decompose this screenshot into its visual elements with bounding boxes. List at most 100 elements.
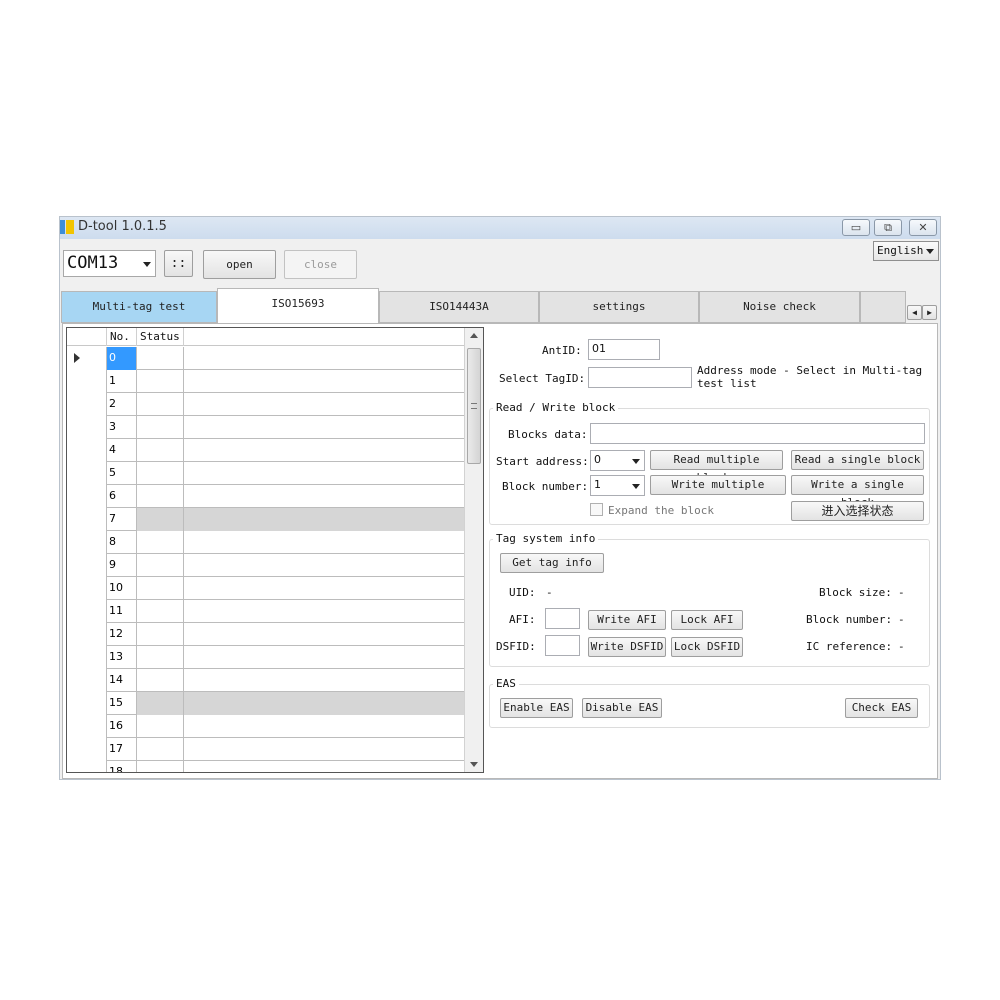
write-afi-button[interactable]: Write AFI [588, 610, 666, 630]
row-header-cell[interactable] [67, 462, 107, 485]
scroll-up-icon[interactable] [470, 333, 478, 338]
language-select[interactable]: English [873, 241, 939, 261]
dsfid-field[interactable] [545, 635, 580, 656]
cell-status[interactable] [137, 692, 184, 715]
tab-multi-tag-test[interactable]: Multi-tag test [61, 291, 217, 323]
cell-no[interactable]: 5 [107, 462, 137, 485]
lock-dsfid-button[interactable]: Lock DSFID [671, 637, 743, 657]
tab-noise-check[interactable]: Noise check [699, 291, 860, 323]
cell-empty[interactable] [184, 669, 464, 692]
enable-eas-button[interactable]: Enable EAS [500, 698, 573, 718]
table-row[interactable]: 0 [67, 347, 464, 370]
cell-status[interactable] [137, 439, 184, 462]
cell-no[interactable]: 16 [107, 715, 137, 738]
tab-scroll-right-button[interactable]: ▶ [922, 305, 937, 320]
cell-status[interactable] [137, 347, 184, 370]
row-header-cell[interactable] [67, 715, 107, 738]
blocks-data-field[interactable] [590, 423, 925, 444]
cell-empty[interactable] [184, 600, 464, 623]
start-address-select[interactable]: 0 [590, 450, 645, 471]
tab-settings[interactable]: settings [539, 291, 699, 323]
table-row[interactable]: 18 [67, 761, 464, 772]
cell-empty[interactable] [184, 554, 464, 577]
tab-iso14443a[interactable]: ISO14443A [379, 291, 539, 323]
tab-iso15693[interactable]: ISO15693 [217, 288, 379, 324]
row-header-cell[interactable] [67, 669, 107, 692]
cell-empty[interactable] [184, 623, 464, 646]
table-row[interactable]: 6 [67, 485, 464, 508]
cell-no[interactable]: 14 [107, 669, 137, 692]
table-row[interactable]: 8 [67, 531, 464, 554]
cell-status[interactable] [137, 370, 184, 393]
table-row[interactable]: 5 [67, 462, 464, 485]
cell-status[interactable] [137, 462, 184, 485]
table-row[interactable]: 3 [67, 416, 464, 439]
cell-status[interactable] [137, 416, 184, 439]
block-number-select[interactable]: 1 [590, 475, 645, 496]
table-row[interactable]: 12 [67, 623, 464, 646]
tab-scroll-left-button[interactable]: ◀ [907, 305, 922, 320]
cell-empty[interactable] [184, 416, 464, 439]
lock-afi-button[interactable]: Lock AFI [671, 610, 743, 630]
restore-button[interactable]: ⧉ [874, 219, 902, 236]
cell-empty[interactable] [184, 577, 464, 600]
table-row[interactable]: 1 [67, 370, 464, 393]
port-settings-button[interactable]: :: [164, 250, 193, 277]
disable-eas-button[interactable]: Disable EAS [582, 698, 662, 718]
check-eas-button[interactable]: Check EAS [845, 698, 918, 718]
scroll-thumb[interactable] [467, 348, 481, 464]
cell-no[interactable]: 11 [107, 600, 137, 623]
cell-status[interactable] [137, 646, 184, 669]
antid-field[interactable]: 01 [588, 339, 660, 360]
cell-status[interactable] [137, 531, 184, 554]
row-header-cell[interactable] [67, 485, 107, 508]
cell-status[interactable] [137, 669, 184, 692]
row-header-cell[interactable] [67, 508, 107, 531]
table-row[interactable]: 9 [67, 554, 464, 577]
table-row[interactable]: 10 [67, 577, 464, 600]
row-header-cell[interactable] [67, 600, 107, 623]
cell-no[interactable]: 18 [107, 761, 137, 772]
cell-status[interactable] [137, 393, 184, 416]
row-header-cell[interactable] [67, 692, 107, 715]
row-header-cell[interactable] [67, 554, 107, 577]
write-single-block-button[interactable]: Write a single block [791, 475, 924, 509]
table-row[interactable]: 7 [67, 508, 464, 531]
close-window-button[interactable]: ✕ [909, 219, 937, 236]
cell-no[interactable]: 2 [107, 393, 137, 416]
cell-no[interactable]: 10 [107, 577, 137, 600]
row-header-cell[interactable] [67, 646, 107, 669]
cell-empty[interactable] [184, 738, 464, 761]
table-row[interactable]: 11 [67, 600, 464, 623]
cell-status[interactable] [137, 554, 184, 577]
table-row[interactable]: 2 [67, 393, 464, 416]
cell-empty[interactable] [184, 508, 464, 531]
port-select[interactable]: COM13 [63, 250, 156, 277]
open-button[interactable]: open [203, 250, 276, 279]
cell-no[interactable]: 15 [107, 692, 137, 715]
cell-status[interactable] [137, 761, 184, 772]
row-header-cell[interactable] [67, 761, 107, 772]
cell-no[interactable]: 17 [107, 738, 137, 761]
cell-no[interactable]: 9 [107, 554, 137, 577]
expand-block-checkbox[interactable] [590, 503, 603, 516]
cell-no[interactable]: 1 [107, 370, 137, 393]
cell-empty[interactable] [184, 761, 464, 772]
cell-status[interactable] [137, 623, 184, 646]
table-row[interactable]: 13 [67, 646, 464, 669]
cell-empty[interactable] [184, 692, 464, 715]
table-row[interactable]: 4 [67, 439, 464, 462]
write-dsfid-button[interactable]: Write DSFID [588, 637, 666, 657]
cell-status[interactable] [137, 485, 184, 508]
tag-grid[interactable]: No. Status 0 1 2 3 4 5 6 7 8 9 10 11 12 13 14 15 16 17 18 [66, 327, 484, 773]
row-header-cell[interactable] [67, 370, 107, 393]
cell-no[interactable]: 8 [107, 531, 137, 554]
cell-no[interactable]: 13 [107, 646, 137, 669]
row-header-cell[interactable] [67, 439, 107, 462]
table-row[interactable]: 15 [67, 692, 464, 715]
cell-empty[interactable] [184, 646, 464, 669]
cell-no[interactable]: 7 [107, 508, 137, 531]
cell-status[interactable] [137, 600, 184, 623]
cell-empty[interactable] [184, 715, 464, 738]
row-header-cell[interactable] [67, 738, 107, 761]
